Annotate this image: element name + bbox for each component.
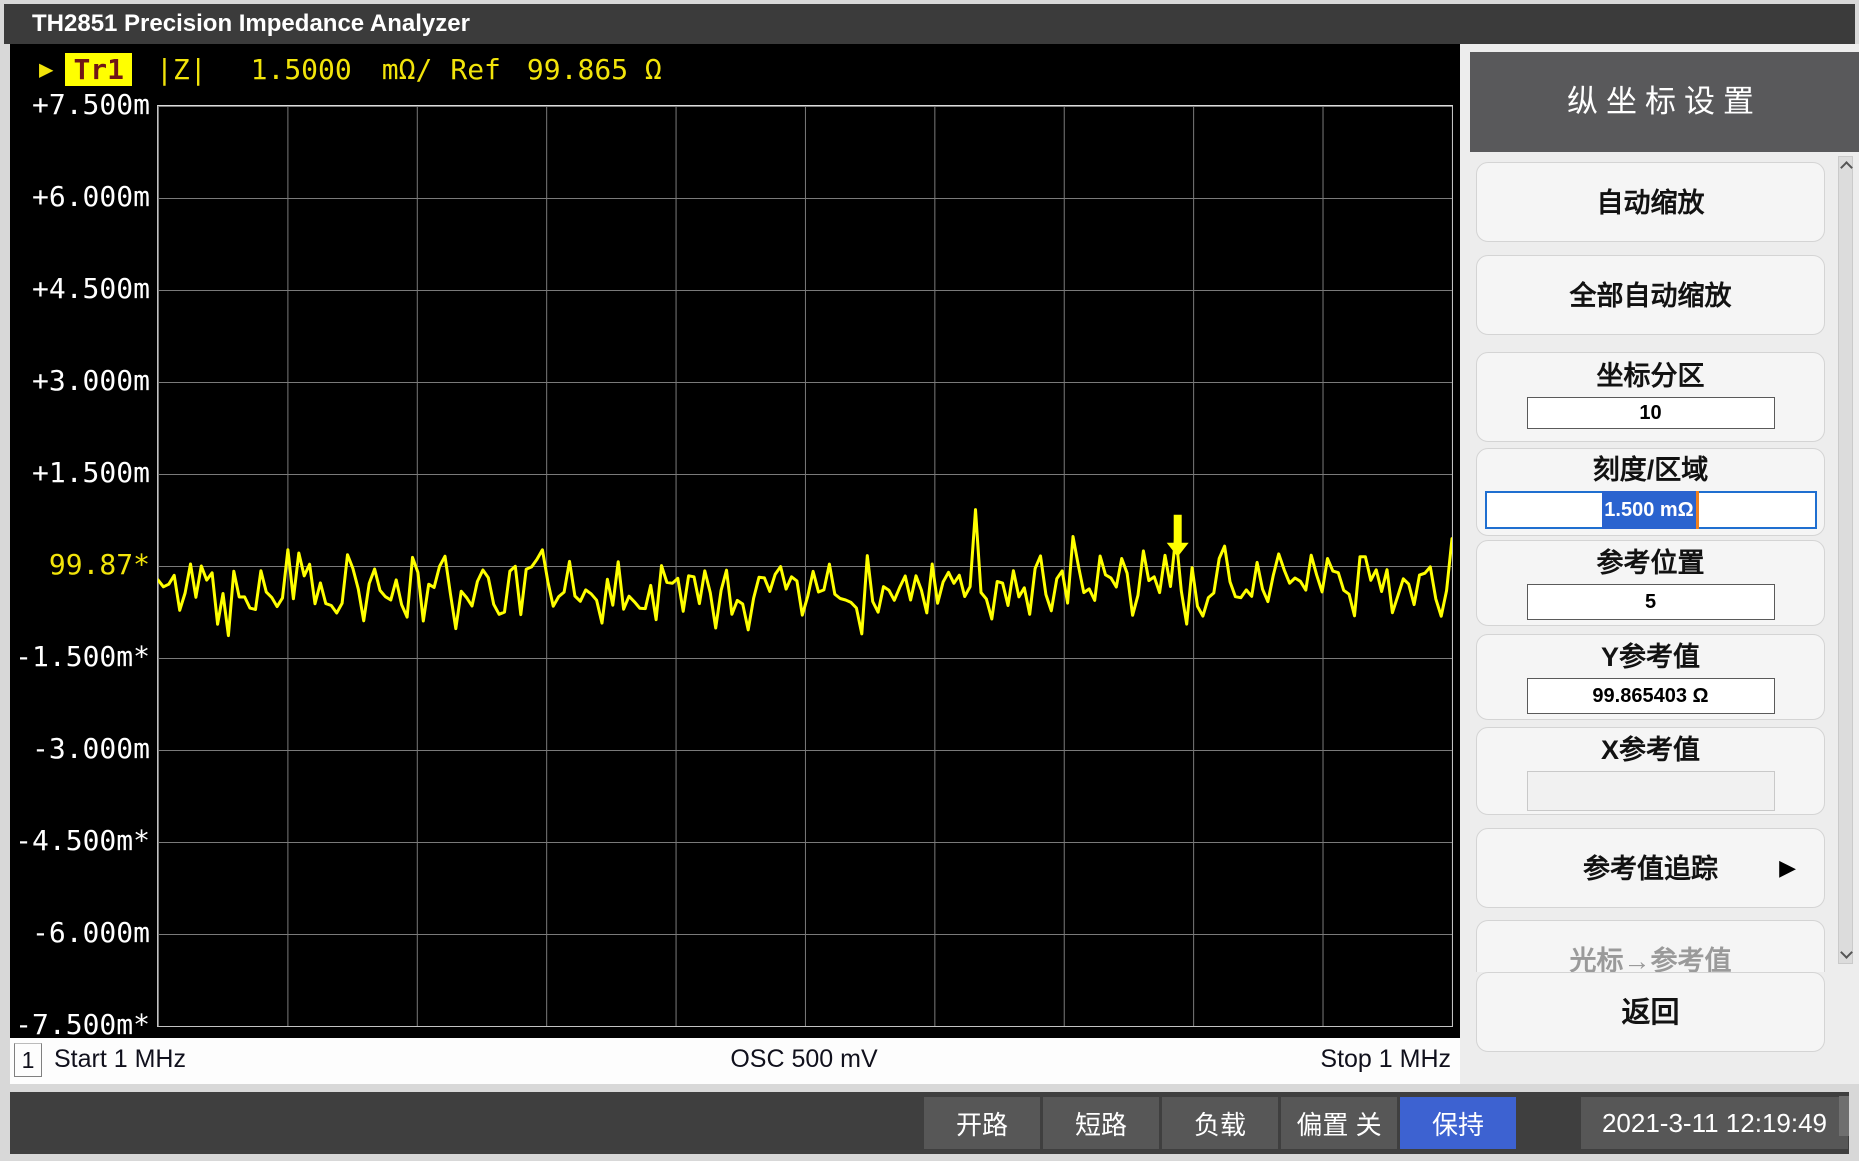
scale-per-division-input[interactable]: 1.500 mΩ	[1485, 491, 1817, 529]
trace-ref-label: Ref	[450, 53, 501, 86]
y-reference-value-label: Y参考值	[1477, 640, 1824, 674]
autoscale-label: 自动缩放	[1597, 188, 1705, 218]
y-reference-value-button[interactable]: Y参考值 99.865403 Ω	[1476, 634, 1825, 720]
trace-info-bar: ▶ Tr1 |Z| 1.5000 mΩ/ Ref 99.865 Ω	[10, 52, 662, 86]
trace-parameter: |Z|	[156, 53, 207, 86]
active-trace-arrow-icon: ▶	[39, 55, 53, 83]
sidebar-scrollbar[interactable]	[1838, 156, 1853, 964]
y-tick-label: +6.000m	[10, 182, 150, 212]
trace-scale-unit: mΩ/	[382, 53, 433, 86]
scale-per-division-label: 刻度/区域	[1477, 453, 1824, 487]
bottom-bar-sliver	[1839, 1096, 1849, 1136]
channel-indicator: 1	[14, 1043, 42, 1077]
display-panel: ▶ Tr1 |Z| 1.5000 mΩ/ Ref 99.865 Ω +7.500…	[10, 44, 1460, 1038]
bottom-button-3[interactable]: 负载	[1162, 1097, 1278, 1149]
bottom-button-5[interactable]: 保持	[1400, 1097, 1516, 1149]
reference-position-input[interactable]: 5	[1527, 584, 1775, 620]
bottom-button-1[interactable]: 开路	[924, 1097, 1040, 1149]
y-tick-label: 99.87*	[10, 550, 150, 580]
bottom-button-group: 开路短路负载偏置 关保持	[924, 1097, 1516, 1149]
x-reference-value-label: X参考值	[1477, 733, 1824, 767]
y-tick-label: -1.500m*	[10, 642, 150, 672]
sweep-stop-label: Stop 1 MHz	[1320, 1045, 1451, 1074]
autoscale-all-button[interactable]: 全部自动缩放	[1476, 255, 1825, 335]
y-tick-label: +1.500m	[10, 458, 150, 488]
y-tick-label: -3.000m	[10, 734, 150, 764]
y-tick-label: +3.000m	[10, 366, 150, 396]
trace-waveform	[158, 106, 1452, 1026]
selected-input-text: 1.500 mΩ	[1602, 491, 1698, 529]
bottom-button-4[interactable]: 偏置 关	[1281, 1097, 1397, 1149]
datetime-display: 2021-3-11 12:19:49	[1581, 1097, 1848, 1149]
y-tick-label: -6.000m	[10, 918, 150, 948]
bottom-button-2[interactable]: 短路	[1043, 1097, 1159, 1149]
autoscale-all-label: 全部自动缩放	[1570, 281, 1732, 311]
x-reference-value-input	[1527, 771, 1775, 811]
y-tick-label: +4.500m	[10, 274, 150, 304]
back-button-label: 返回	[1621, 997, 1679, 1029]
trace-ref-value: 99.865 Ω	[527, 53, 662, 86]
back-button[interactable]: 返回	[1476, 972, 1825, 1052]
reference-position-label: 参考位置	[1477, 546, 1824, 580]
reference-tracking-button[interactable]: 参考值追踪 ▶	[1476, 828, 1825, 908]
trace-scale-value: 1.5000	[251, 53, 352, 86]
autoscale-button[interactable]: 自动缩放	[1476, 162, 1825, 242]
y-tick-label: +7.500m	[10, 90, 150, 120]
scroll-up-icon[interactable]	[1840, 161, 1853, 174]
trace-name-chip[interactable]: Tr1	[65, 53, 132, 86]
scale-divisions-input[interactable]: 10	[1527, 397, 1775, 429]
osc-level-label: OSC 500 mV	[157, 1045, 1451, 1074]
window-title: TH2851 Precision Impedance Analyzer	[4, 4, 1855, 44]
instrument-screen: { "window": { "title": "TH2851 Precision…	[0, 0, 1859, 1161]
cursor-to-reference-button[interactable]: 光标→参考值	[1476, 920, 1825, 972]
scale-divisions-button[interactable]: 坐标分区 10	[1476, 352, 1825, 442]
y-tick-label: -4.500m*	[10, 826, 150, 856]
trace-plot-grid	[157, 105, 1453, 1027]
cursor-to-reference-label: 光标→参考值	[1570, 946, 1732, 972]
y-tick-label: -7.500m*	[10, 1010, 150, 1040]
x-reference-value-button[interactable]: X参考值	[1476, 727, 1825, 815]
scale-divisions-label: 坐标分区	[1477, 359, 1824, 393]
scale-per-division-button[interactable]: 刻度/区域 1.500 mΩ	[1476, 448, 1825, 536]
scroll-down-icon[interactable]	[1840, 946, 1853, 959]
reference-tracking-label: 参考值追踪	[1583, 854, 1718, 884]
bottom-status-bar: 开路短路负载偏置 关保持 2021-3-11 12:19:49	[10, 1092, 1849, 1154]
reference-position-button[interactable]: 参考位置 5	[1476, 540, 1825, 626]
submenu-arrow-icon: ▶	[1779, 828, 1796, 908]
sweep-status-bar: 1 Start 1 MHz OSC 500 mV Stop 1 MHz	[10, 1038, 1460, 1084]
sidebar-header: 纵坐标设置	[1470, 52, 1859, 152]
marker-down-arrow-icon	[1167, 515, 1189, 557]
y-reference-value-input[interactable]: 99.865403 Ω	[1527, 678, 1775, 714]
